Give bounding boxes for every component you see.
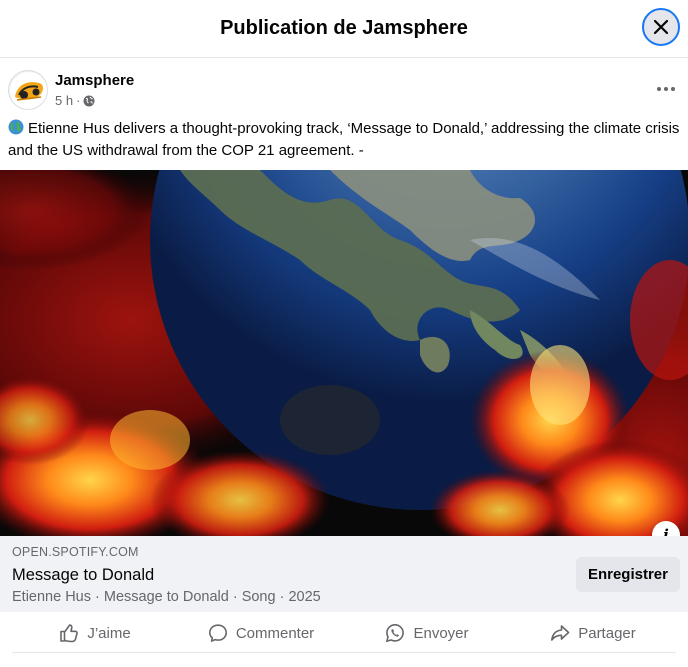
comment-icon [208, 624, 227, 642]
post-actions-bar: J’aime Commenter Envoyer Partager [12, 614, 676, 653]
link-domain: OPEN.SPOTIFY.COM [12, 545, 139, 559]
post-timestamp[interactable]: 5 h [55, 93, 73, 108]
thumbs-up-icon [60, 624, 79, 643]
comment-button[interactable]: Commenter [178, 615, 344, 651]
link-preview-card[interactable]: OPEN.SPOTIFY.COM Message to Donald Etien… [0, 536, 688, 612]
comment-label: Commenter [235, 624, 315, 642]
avatar[interactable] [8, 70, 48, 110]
like-label: J’aime [87, 624, 131, 642]
post-media-image[interactable]: i [0, 170, 688, 536]
link-description: Etienne Hus · Message to Donald · Song ·… [12, 589, 321, 605]
whatsapp-icon [386, 623, 405, 643]
more-icon [657, 87, 675, 91]
share-button[interactable]: Partager [510, 615, 676, 651]
more-options-button[interactable] [652, 78, 680, 100]
share-label: Partager [578, 624, 636, 642]
earth-globe-emoji-icon [8, 119, 24, 135]
link-title[interactable]: Message to Donald [12, 566, 154, 585]
jamsphere-logo-icon [10, 72, 47, 109]
post-header: Jamsphere 5 h · [8, 70, 680, 112]
post-meta: 5 h · [55, 93, 95, 108]
dialog-title: Publication de Jamsphere [220, 17, 468, 39]
post-text: Etienne Hus delivers a thought-provoking… [8, 118, 683, 162]
globe-icon [83, 95, 95, 106]
close-icon [653, 19, 669, 35]
like-button[interactable]: J’aime [12, 615, 178, 651]
post-body-text: Etienne Hus delivers a thought-provoking… [8, 120, 680, 159]
send-label: Envoyer [413, 624, 469, 642]
share-icon [551, 625, 570, 641]
meta-separator: · [76, 93, 81, 108]
save-button[interactable]: Enregistrer [575, 557, 680, 592]
close-button[interactable] [642, 8, 680, 46]
dialog-header: Publication de Jamsphere [0, 0, 688, 58]
author-name[interactable]: Jamsphere [55, 72, 134, 89]
burning-earth-image [0, 170, 688, 536]
send-button[interactable]: Envoyer [344, 615, 510, 651]
